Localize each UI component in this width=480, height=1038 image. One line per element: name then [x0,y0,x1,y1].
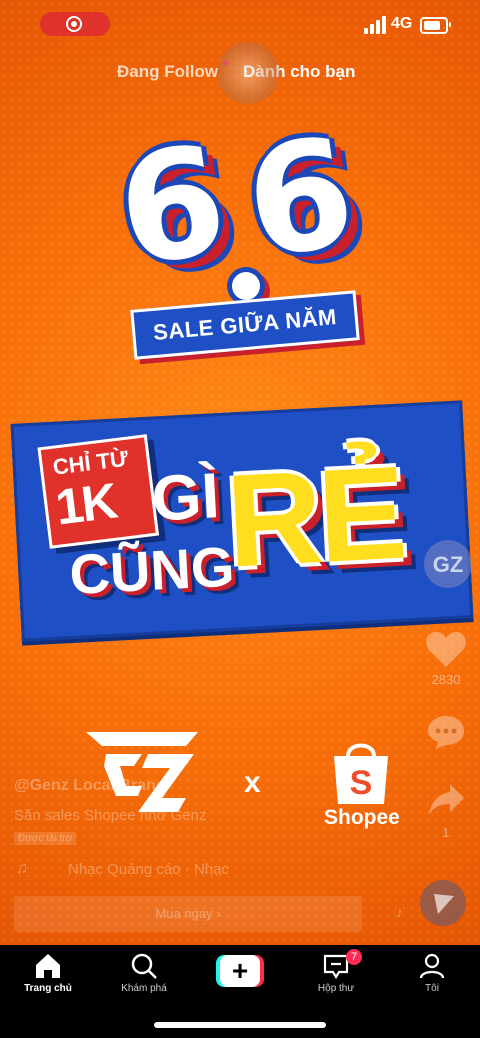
promo-panel: CHỈ TỪ 1K GÌ CŨNG RẺ [10,400,474,642]
network-type: 4G [391,15,413,32]
svg-text:GZ: GZ [433,552,464,577]
search-icon [131,953,157,979]
nav-discover-label: Khám phá [121,983,167,994]
nav-inbox[interactable]: 7 Hộp thư [296,949,376,994]
battery-icon [420,17,451,34]
shop-now-label: Mua ngay › [155,906,221,921]
screen-record-indicator[interactable] [40,12,110,36]
brand-avatar-icon[interactable]: GZ [424,540,472,588]
nav-home-label: Trang chủ [24,983,72,994]
promo-word-cung: CŨNG [67,534,236,607]
nav-home[interactable]: Trang chủ [8,951,88,994]
shopee-bag-icon: S [334,743,388,804]
nav-profile[interactable]: Tôi [392,951,472,994]
price-box: CHỈ TỪ 1K [37,434,160,549]
svg-text:S: S [350,764,373,802]
plus-icon: + [220,955,260,987]
music-title[interactable]: Nhạc Quảng cáo · Nhạc [68,861,229,878]
share-icon[interactable] [426,782,466,818]
nav-inbox-label: Hộp thư [317,983,355,994]
share-count: 1 [442,826,450,840]
home-indicator[interactable] [154,1022,326,1028]
nav-profile-label: Tôi [425,983,439,994]
video-feed-screen[interactable]: 4G Đang Follow Dành cho bạn 6 6 SALE GIỮ… [0,0,480,1038]
headline-dot [232,272,260,300]
shopee-wordmark: Shopee [324,806,400,829]
small-music-note-icon: ♪ [396,904,403,920]
music-disc-icon[interactable] [420,880,466,926]
create-button[interactable]: + [216,955,264,987]
screen-record-icon [66,16,82,32]
touch-indicator [217,42,279,104]
price-value: 1K [52,472,119,536]
inbox-badge: 7 [346,949,362,965]
collab-times: x [244,766,261,799]
comment-icon[interactable] [426,714,466,750]
like-count: 2830 [431,672,461,687]
nav-discover[interactable]: Khám phá [104,951,184,994]
profile-icon [419,953,445,979]
promo-word-re: RẺ [223,438,406,595]
home-icon [36,954,60,978]
shop-now-button[interactable]: Mua ngay › [14,896,362,932]
tab-following[interactable]: Đang Follow [117,62,218,82]
music-note-icon: ♫ [16,860,28,877]
heart-icon[interactable] [425,630,467,668]
sponsored-label: Được tài trợ [14,832,77,845]
genz-logo [86,732,198,812]
signal-icon [364,16,386,34]
promo-word-gi: GÌ [149,459,222,535]
